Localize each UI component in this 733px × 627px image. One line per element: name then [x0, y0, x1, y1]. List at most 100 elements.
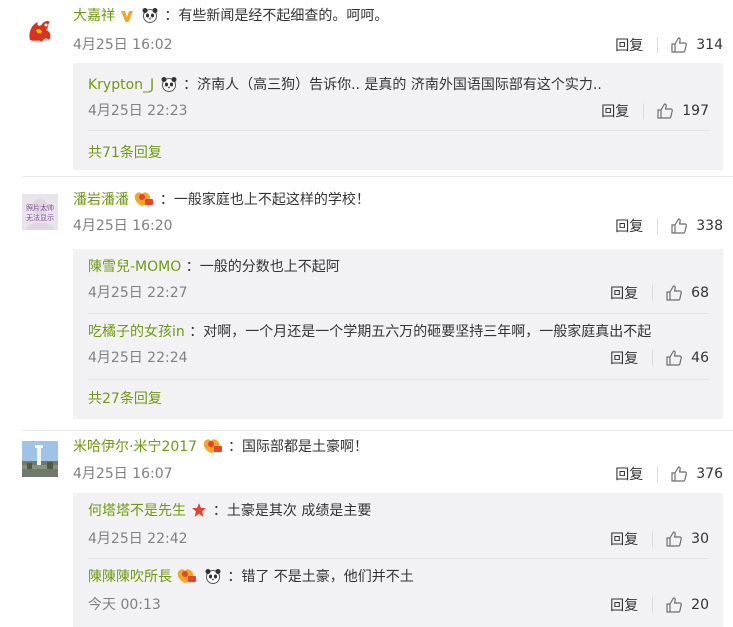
thumbs-up-icon — [666, 597, 683, 613]
reply-item: 何塔塔不是先生 ：土豪是其次 成绩是主要 4月25日 22:42 回复 30 — [88, 493, 723, 557]
reply-actions: 回复 46 — [610, 348, 709, 368]
username-link[interactable]: Krypton_J — [88, 77, 154, 93]
like-count: 30 — [691, 531, 709, 547]
reply-time: 4月25日 22:24 — [88, 350, 188, 366]
comment-time: 4月25日 16:07 — [73, 466, 173, 482]
separator — [657, 37, 659, 53]
panda-icon[interactable] — [141, 7, 159, 29]
like-count: 314 — [696, 37, 723, 53]
fan-badge-icon[interactable] — [134, 191, 154, 213]
reply-time: 4月25日 22:23 — [88, 103, 188, 119]
reply-text: ：土豪是其次 成绩是主要 — [212, 503, 372, 519]
thumbs-up-icon — [671, 37, 688, 53]
comment-item: 大嘉祥 ：有些新闻是经不起细查的。呵呵。 4月25日 16:02 回复 314 … — [0, 0, 733, 175]
panda-icon[interactable] — [204, 568, 222, 590]
thumbs-up-icon — [666, 350, 683, 366]
reply-box: 何塔塔不是先生 ：土豪是其次 成绩是主要 4月25日 22:42 回复 30 陳… — [73, 493, 723, 627]
thumbs-up-icon — [671, 466, 688, 482]
reply-time: 今天 00:13 — [88, 597, 161, 613]
like-button[interactable]: 314 — [670, 36, 723, 54]
username-link[interactable]: 何塔塔不是先生 — [88, 503, 186, 519]
reply-divider — [88, 379, 709, 380]
reply-text: ：错了 不是土豪，他们并不土 — [227, 569, 414, 585]
username-link[interactable]: 陳雪兒-MOMO — [88, 259, 181, 275]
like-button[interactable]: 197 — [656, 102, 709, 120]
username-link[interactable]: 陳陳陳吹所長 — [88, 569, 172, 585]
panda-icon[interactable] — [160, 76, 178, 98]
avatar[interactable] — [22, 12, 58, 48]
fan-badge-icon[interactable] — [203, 438, 223, 460]
reply-time: 4月25日 22:42 — [88, 531, 188, 547]
reply-button[interactable]: 回复 — [615, 464, 643, 484]
reply-button[interactable]: 回复 — [610, 595, 638, 615]
reply-button[interactable]: 回复 — [610, 348, 638, 368]
avatar[interactable] — [22, 441, 58, 477]
reply-line: 吃橘子的女孩in ：对啊，一个月还是一个学期五六万的砸要坚持三年啊，一般家庭真出… — [88, 322, 651, 342]
avatar-caption: 照片太帅 无法显示 — [26, 204, 54, 222]
like-count: 68 — [691, 285, 709, 301]
reply-item: 陳雪兒-MOMO ：一般的分数也上不起阿 4月25日 22:27 回复 68 — [88, 249, 723, 313]
like-count: 338 — [696, 218, 723, 234]
username-link[interactable]: 大嘉祥 — [73, 8, 115, 24]
reply-button[interactable]: 回复 — [610, 283, 638, 303]
username-link[interactable]: 米哈伊尔·米宁2017 — [73, 439, 197, 455]
more-replies-link[interactable]: 共27条回复 — [88, 389, 162, 409]
reply-box: 陳雪兒-MOMO ：一般的分数也上不起阿 4月25日 22:27 回复 68 吃… — [73, 249, 723, 419]
comment-time: 4月25日 16:20 — [73, 218, 173, 234]
comment-text: ：国际部都是土豪啊！ — [228, 439, 368, 455]
separator — [652, 285, 654, 301]
like-count: 46 — [691, 350, 709, 366]
reply-line: Krypton_J ：济南人（高三狗）告诉你.. 是真的 济南外国语国际部有这个… — [88, 75, 602, 98]
reply-actions: 回复 20 — [610, 595, 709, 615]
like-button[interactable]: 20 — [665, 596, 709, 614]
comment-text: ：一般家庭也上不起这样的学校！ — [159, 192, 370, 208]
username-link[interactable]: 吃橘子的女孩in — [88, 324, 185, 340]
reply-text: ：济南人（高三狗）告诉你.. 是真的 济南外国语国际部有这个实力.. — [183, 77, 602, 93]
reply-button[interactable]: 回复 — [615, 35, 643, 55]
vip-v-icon[interactable] — [120, 9, 134, 29]
separator — [657, 466, 659, 482]
comment-text: ：有些新闻是经不起细查的。呵呵。 — [164, 8, 389, 24]
thumbs-up-icon — [671, 218, 688, 234]
reply-text: ：一般的分数也上不起阿 — [185, 259, 340, 275]
reply-item: 吃橘子的女孩in ：对啊，一个月还是一个学期五六万的砸要坚持三年啊，一般家庭真出… — [88, 314, 723, 378]
thumbs-up-icon — [657, 103, 674, 119]
comment-item: 米哈伊尔·米宁2017 ：国际部都是土豪啊！ 4月25日 16:07 回复 37… — [0, 431, 733, 627]
username-link[interactable]: 潘岩潘潘 — [73, 192, 129, 208]
reply-line: 陳雪兒-MOMO ：一般的分数也上不起阿 — [88, 257, 340, 277]
avatar[interactable]: 照片太帅 无法显示 — [22, 194, 58, 230]
reply-actions: 回复 68 — [610, 283, 709, 303]
comment-line: 米哈伊尔·米宁2017 ：国际部都是土豪啊！ — [73, 437, 368, 460]
like-button[interactable]: 68 — [665, 284, 709, 302]
comment-line: 大嘉祥 ：有些新闻是经不起细查的。呵呵。 — [73, 6, 388, 29]
reply-button[interactable]: 回复 — [615, 216, 643, 236]
like-button[interactable]: 376 — [670, 465, 723, 483]
reply-box: Krypton_J ：济南人（高三狗）告诉你.. 是真的 济南外国语国际部有这个… — [73, 63, 723, 170]
comment-actions: 回复 314 — [615, 35, 723, 55]
comment-item: 照片太帅 无法显示 潘岩潘潘 ：一般家庭也上不起这样的学校！ 4月25日 16:… — [0, 177, 733, 430]
thumbs-up-icon — [666, 285, 683, 301]
separator — [652, 531, 654, 547]
like-button[interactable]: 46 — [665, 349, 709, 367]
comment-time: 4月25日 16:02 — [73, 37, 173, 53]
separator — [652, 597, 654, 613]
reply-line: 陳陳陳吹所長 ：错了 不是土豪，他们并不土 — [88, 567, 414, 590]
like-button[interactable]: 30 — [665, 530, 709, 548]
like-count: 197 — [682, 103, 709, 119]
reply-item: Krypton_J ：济南人（高三狗）告诉你.. 是真的 济南外国语国际部有这个… — [88, 63, 723, 128]
reply-text: ：对啊，一个月还是一个学期五六万的砸要坚持三年啊，一般家庭真出不起 — [189, 324, 652, 340]
red-star-icon[interactable] — [191, 502, 207, 524]
comment-actions: 回复 338 — [615, 216, 723, 236]
comment-actions: 回复 376 — [615, 464, 723, 484]
separator — [643, 103, 645, 119]
like-button[interactable]: 338 — [670, 217, 723, 235]
separator — [652, 350, 654, 366]
more-replies-link[interactable]: 共71条回复 — [88, 143, 162, 163]
like-count: 20 — [691, 597, 709, 613]
reply-actions: 回复 30 — [610, 529, 709, 549]
reply-button[interactable]: 回复 — [601, 101, 629, 121]
reply-item: 陳陳陳吹所長 ：错了 不是土豪，他们并不土 今天 00:13 回复 20 — [88, 559, 723, 625]
fan-badge-icon[interactable] — [177, 568, 197, 590]
reply-button[interactable]: 回复 — [610, 529, 638, 549]
separator — [657, 218, 659, 234]
